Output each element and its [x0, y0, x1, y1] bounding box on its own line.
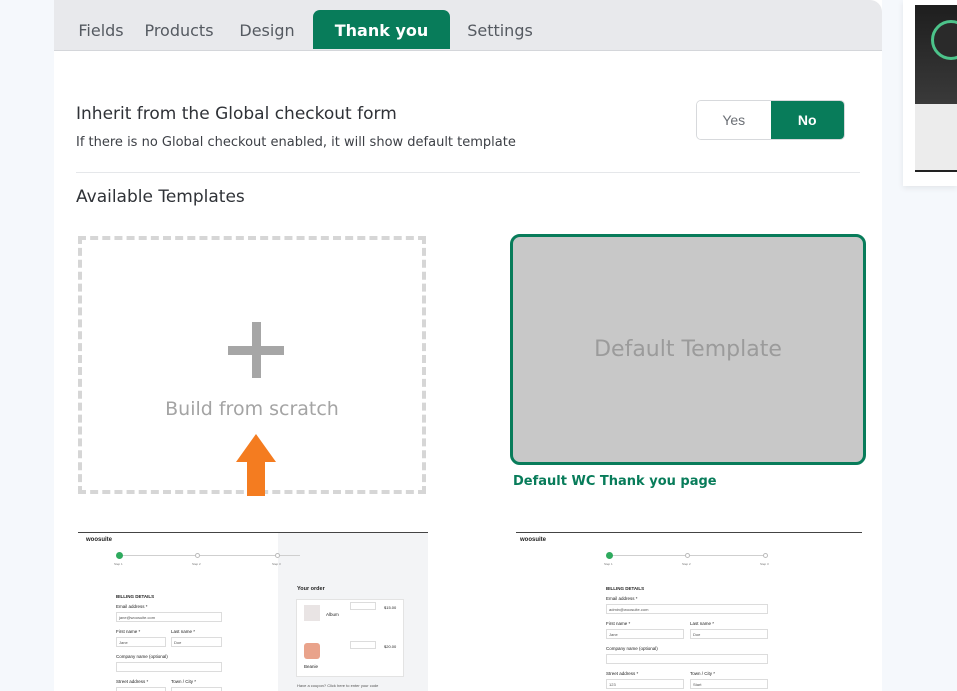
email-label: Email address * [116, 604, 148, 609]
first-name-value: Jane [609, 632, 618, 637]
tab-settings[interactable]: Settings [461, 10, 539, 49]
inherit-toggle: Yes No [696, 100, 845, 140]
available-templates-heading: Available Templates [76, 187, 245, 207]
plus-icon-bar [228, 346, 284, 355]
order-item-price: $20.00 [384, 644, 397, 649]
checkout-editor-panel: Fields Products Design Thank you page Se… [54, 0, 882, 691]
default-template-caption[interactable]: Default WC Thank you page [513, 474, 717, 489]
order-item-name: Beanie [304, 664, 319, 669]
inherit-yes-button[interactable]: Yes [697, 101, 771, 139]
inherit-no-button[interactable]: No [770, 101, 844, 139]
street-label: Street address * [606, 671, 639, 676]
street-value: 123 [609, 682, 616, 687]
order-item-name: Album [326, 612, 339, 617]
tab-products[interactable]: Products [138, 10, 220, 49]
coupon-link: Have a coupon? Click here to enter your … [297, 683, 379, 688]
step-label: Step 1 [604, 562, 613, 566]
arrow-up-icon [236, 434, 276, 496]
brand-logo: woosuite [520, 537, 547, 543]
town-field [690, 679, 768, 689]
first-name-label: First name * [116, 629, 141, 634]
quantity-stepper [350, 602, 376, 610]
default-template-preview-label: Default Template [594, 337, 782, 362]
last-name-label: Last name * [690, 621, 715, 626]
last-name-value: Doe [693, 632, 701, 637]
street-field [116, 687, 166, 691]
brand-logo: woosuite [86, 537, 113, 543]
town-label: Town / City * [690, 671, 716, 676]
company-field [116, 662, 222, 672]
billing-heading: BILLING DETAILS [606, 586, 645, 591]
template-thumbnail-two-column[interactable]: woosuite Step 1 Step 2 Step 3 BILLING DE… [78, 532, 428, 691]
first-name-label: First name * [606, 621, 631, 626]
build-from-scratch-card[interactable]: Build from scratch [78, 236, 426, 496]
company-label: Company name (optional) [116, 654, 168, 659]
step-dot-active [606, 552, 613, 559]
email-label: Email address * [606, 596, 638, 601]
album-thumbnail [304, 605, 320, 621]
inherit-description: If there is no Global checkout enabled, … [76, 135, 516, 150]
side-preview-card [903, 0, 957, 186]
company-label: Company name (optional) [606, 646, 658, 651]
step-dot-active [116, 552, 123, 559]
quantity-stepper [350, 641, 376, 649]
company-field [606, 654, 768, 664]
divider [76, 172, 860, 173]
order-title: Your order [297, 586, 325, 592]
tab-thank-you-page[interactable]: Thank you page [313, 10, 450, 81]
step-dot [763, 553, 768, 558]
tab-bar: Fields Products Design Thank you page Se… [54, 0, 882, 81]
billing-heading: BILLING DETAILS [116, 594, 155, 599]
tab-fields[interactable]: Fields [64, 10, 138, 49]
email-value: admin@woosuite.com [609, 607, 649, 612]
step-dot [685, 553, 690, 558]
default-template-card[interactable]: Default Template [510, 234, 866, 465]
town-field [171, 687, 222, 691]
town-value: Start [693, 682, 702, 687]
town-label: Town / City * [171, 679, 197, 684]
beanie-thumbnail [304, 643, 320, 659]
step-dot [195, 553, 200, 558]
step-label: Step 2 [192, 562, 201, 566]
step-dot [275, 553, 280, 558]
step-line [120, 555, 300, 556]
street-field [606, 679, 684, 689]
inherit-title: Inherit from the Global checkout form [76, 104, 397, 124]
step-label: Step 3 [760, 562, 769, 566]
tab-design[interactable]: Design [232, 10, 302, 49]
last-name-field [690, 629, 768, 639]
street-label: Street address * [116, 679, 149, 684]
step-label: Step 3 [272, 562, 281, 566]
last-name-value: Doe [174, 640, 182, 645]
order-item-price: $15.00 [384, 605, 397, 610]
email-value: jane@woosuite.com [119, 615, 156, 620]
step-label: Step 2 [682, 562, 691, 566]
build-from-scratch-label: Build from scratch [165, 398, 339, 420]
last-name-label: Last name * [171, 629, 196, 634]
first-name-value: Jane [119, 640, 128, 645]
template-thumbnail-single-column[interactable]: woosuite Step 1 Step 2 Step 3 BILLING DE… [516, 532, 862, 691]
step-label: Step 1 [114, 562, 123, 566]
